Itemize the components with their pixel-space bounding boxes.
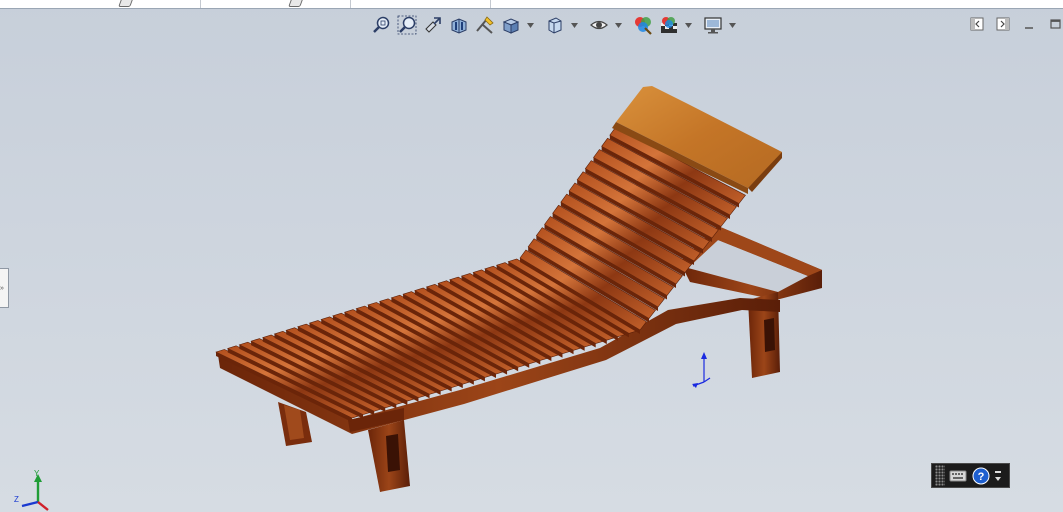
help-icon[interactable]: ? <box>971 466 991 486</box>
task-pane-mini-toolbar: ? <box>931 463 1010 488</box>
toolbar-overflow-icon[interactable] <box>993 465 1003 486</box>
keyboard-icon[interactable] <box>948 466 968 486</box>
chaise-lounge-model[interactable] <box>0 0 1063 512</box>
seat-slats <box>215 126 746 422</box>
triad-y-label: Y <box>34 469 40 478</box>
triad-z-label: Z <box>14 495 19 504</box>
toolbar-grip-icon[interactable] <box>935 465 945 486</box>
svg-text:?: ? <box>978 471 985 483</box>
coordinate-triad[interactable]: Y Z <box>10 468 50 512</box>
front-right-leg <box>368 420 410 492</box>
origin-axis-icon <box>692 352 711 388</box>
